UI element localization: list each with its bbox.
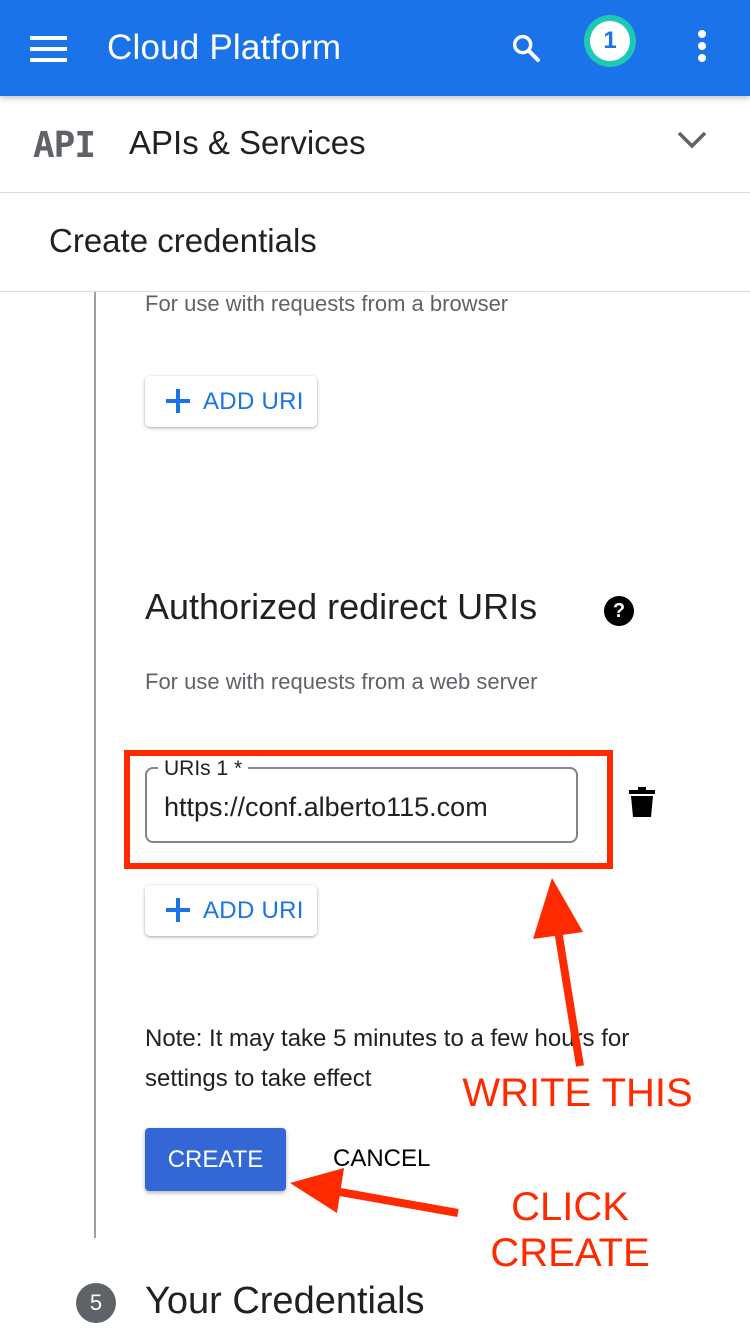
uri-input[interactable] bbox=[164, 790, 564, 824]
app-bar: Cloud Platform 1 bbox=[0, 0, 750, 96]
help-icon[interactable]: ? bbox=[604, 596, 634, 626]
more-vert-icon[interactable] bbox=[695, 30, 709, 62]
step-number-badge: 5 bbox=[76, 1283, 116, 1323]
add-uri-label: ADD URI bbox=[203, 388, 304, 415]
stepper-line bbox=[94, 292, 96, 1238]
search-icon[interactable] bbox=[510, 32, 542, 64]
redirects-helper-text: For use with requests from a web server bbox=[145, 669, 538, 694]
page-title: Create credentials bbox=[49, 222, 317, 259]
chevron-down-icon[interactable] bbox=[676, 128, 708, 152]
app-title: Cloud Platform bbox=[107, 28, 342, 67]
menu-icon[interactable] bbox=[30, 36, 67, 62]
redirect-uris-heading: Authorized redirect URIs bbox=[145, 586, 538, 627]
cancel-button[interactable]: CANCEL bbox=[333, 1145, 430, 1173]
arrow-to-create-button bbox=[290, 1168, 459, 1217]
annotation-click: CLICK bbox=[511, 1185, 629, 1229]
trash-icon[interactable] bbox=[629, 787, 655, 817]
origins-helper-text: For use with requests from a browser bbox=[145, 291, 509, 316]
add-redirect-uri-button[interactable]: ADD URI bbox=[145, 885, 317, 936]
api-logo: API bbox=[33, 125, 96, 166]
plus-icon bbox=[166, 898, 190, 922]
service-title: APIs & Services bbox=[129, 124, 366, 161]
add-uri-label: ADD URI bbox=[203, 897, 304, 924]
annotation-create: CREATE bbox=[490, 1231, 650, 1275]
annotation-write-this: WRITE THIS bbox=[462, 1071, 693, 1115]
create-button[interactable]: CREATE bbox=[145, 1128, 286, 1191]
plus-icon bbox=[166, 389, 190, 413]
notification-badge[interactable]: 1 bbox=[584, 15, 636, 67]
add-origin-uri-button[interactable]: ADD URI bbox=[145, 376, 317, 427]
your-credentials-heading: Your Credentials bbox=[145, 1280, 425, 1322]
notification-count: 1 bbox=[590, 21, 630, 61]
service-selector[interactable] bbox=[0, 96, 750, 193]
uri-field-label: URIs 1 * bbox=[158, 757, 249, 781]
